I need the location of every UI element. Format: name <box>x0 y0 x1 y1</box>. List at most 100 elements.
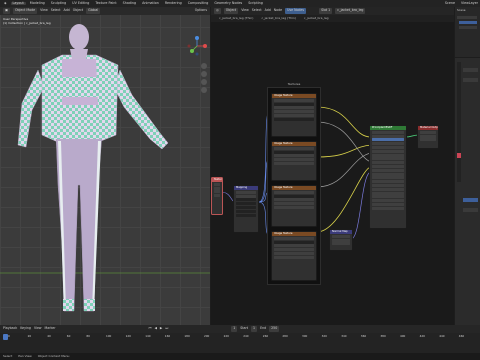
outliner-scene-label[interactable]: Scene <box>457 9 466 12</box>
image-texture-node-2[interactable]: Image Texture <box>271 141 317 181</box>
principled-bsdf-node[interactable]: Principled BSDF <box>369 125 407 229</box>
left-sleeve <box>17 69 45 148</box>
tab-layout[interactable]: Layout <box>10 1 26 6</box>
start-label: Start <box>240 326 249 331</box>
timeline-tick-label: 400 <box>400 334 406 338</box>
navigation-gizmo[interactable] <box>186 35 208 57</box>
timeline-tick-label: 60 <box>66 334 71 338</box>
head <box>69 24 89 50</box>
node-title: Image Texture <box>272 186 316 190</box>
view-layer-name[interactable]: ViewLayer <box>459 1 480 5</box>
properties-field[interactable] <box>463 68 478 72</box>
timeline-tick-label: 240 <box>243 334 249 338</box>
image-texture-node-3[interactable]: Image Texture <box>271 185 317 227</box>
editor-type-icon[interactable]: ▣ <box>3 8 11 14</box>
3d-viewport[interactable]: ▣ Object Mode View Select Add Object Glo… <box>0 7 210 325</box>
scene-name[interactable]: Scene <box>443 1 457 5</box>
node-title: Material Output <box>418 125 439 130</box>
properties-field[interactable] <box>463 208 478 212</box>
right-foot <box>84 299 95 311</box>
ortho-toggle-icon[interactable] <box>201 87 207 93</box>
mouse-right-hint: Object Context Menu <box>37 354 70 358</box>
jump-end-icon[interactable]: ⏭ <box>165 327 168 330</box>
tab-animation[interactable]: Animation <box>140 1 161 5</box>
outliner-panel[interactable]: Scene <box>455 7 480 57</box>
mouse-left-hint: Select <box>3 354 13 358</box>
properties-field[interactable] <box>463 78 478 82</box>
jump-start-icon[interactable]: ⏮ <box>149 327 152 330</box>
playback-menu[interactable]: Playback <box>3 327 17 330</box>
pan-icon[interactable] <box>201 71 207 77</box>
start-frame-field[interactable]: 1 <box>251 326 258 332</box>
tab-texture-paint[interactable]: Texture Paint <box>93 1 118 5</box>
timeline-tick-label: 300 <box>302 334 308 338</box>
tab-modeling[interactable]: Modeling <box>28 1 47 5</box>
outliner-row[interactable] <box>459 26 477 29</box>
timeline-ruler[interactable]: 0 20 40 60 80 100 120 140 160 180 200 220 240 260 280 3… <box>0 335 480 341</box>
shader-node-editor[interactable]: ◎ Object View Select Add Node Use Nodes … <box>211 7 454 325</box>
keying-menu[interactable]: Keying <box>20 327 31 330</box>
orientation-dropdown[interactable]: Global <box>86 8 101 14</box>
material-tab-icon[interactable] <box>457 153 461 158</box>
node-links <box>220 106 420 240</box>
tab-geometry-nodes[interactable]: Geometry Nodes <box>212 1 244 5</box>
camera-view-icon[interactable] <box>201 79 207 85</box>
outliner-row[interactable] <box>457 16 477 19</box>
zoom-icon[interactable] <box>201 63 207 69</box>
add-menu[interactable]: Add <box>64 9 70 12</box>
timeline-tick-label: 340 <box>341 334 347 338</box>
object-mode-dropdown[interactable]: Object Mode <box>13 8 38 14</box>
timeline-tick-label: 220 <box>223 334 229 338</box>
timeline-tick-label: 180 <box>184 334 190 338</box>
tab-shading[interactable]: Shading <box>121 1 138 5</box>
tab-compositing[interactable]: Compositing <box>186 1 211 5</box>
timeline-tick-label: 20 <box>27 334 32 338</box>
current-frame-field[interactable]: 1 <box>231 326 238 332</box>
marker-menu[interactable]: Marker <box>45 327 56 330</box>
timeline-tick-label: 140 <box>145 334 151 338</box>
node-title: Image Texture <box>272 142 316 146</box>
outliner-row-selected[interactable] <box>459 21 477 24</box>
timeline[interactable]: Playback Keying View Marker ⏮ ◀ ▶ ⏭ 1 St… <box>0 325 480 353</box>
play-icon[interactable]: ▶ <box>160 327 162 330</box>
view-menu[interactable]: View <box>34 327 42 330</box>
node-title: Principled BSDF <box>370 126 406 130</box>
tab-uv-editing[interactable]: UV Editing <box>70 1 91 5</box>
timeline-tick-label: 420 <box>419 334 425 338</box>
mapping-node[interactable]: Mapping <box>233 185 259 233</box>
material-output-node[interactable]: Material Output <box>417 125 439 149</box>
timeline-tick-label: 460 <box>458 334 465 338</box>
view-menu[interactable]: View <box>40 9 48 12</box>
properties-tab-column[interactable] <box>457 62 461 182</box>
timeline-tick-label: 440 <box>439 334 445 338</box>
frame-label: Textures <box>287 82 301 86</box>
tab-sculpting[interactable]: Sculpting <box>49 1 68 5</box>
select-menu[interactable]: Select <box>51 9 61 12</box>
normal-map-node[interactable]: Normal Map <box>329 229 353 251</box>
texture-coordinate-node[interactable]: Texture Coordinate <box>211 177 223 215</box>
play-reverse-icon[interactable]: ◀ <box>154 327 156 330</box>
waistband <box>54 133 104 139</box>
object-menu[interactable]: Object <box>73 9 83 12</box>
node-title: Image Texture <box>272 94 316 98</box>
timeline-tick-label: 380 <box>380 334 386 338</box>
end-frame-field[interactable]: 250 <box>269 326 280 332</box>
character-model[interactable] <box>0 15 210 325</box>
timeline-tick-label: 120 <box>125 334 131 338</box>
timeline-tick-label: 160 <box>164 334 171 338</box>
right-sleeve <box>113 69 169 150</box>
left-foot <box>63 299 74 311</box>
blender-logo-icon[interactable]: ◈ <box>2 1 9 5</box>
options-button[interactable]: Options <box>195 9 207 12</box>
timeline-header: Playback Keying View Marker ⏮ ◀ ▶ ⏭ 1 St… <box>0 325 480 333</box>
timeline-tick-label: 360 <box>360 334 367 338</box>
properties-panel[interactable] <box>455 58 480 325</box>
tab-scripting[interactable]: Scripting <box>246 1 265 5</box>
tab-rendering[interactable]: Rendering <box>163 1 184 5</box>
playhead[interactable] <box>3 334 8 340</box>
end-label: End <box>260 326 267 331</box>
image-texture-node-4[interactable]: Image Texture <box>271 231 317 281</box>
properties-field[interactable] <box>463 198 478 202</box>
image-texture-node-1[interactable]: Image Texture <box>271 93 317 137</box>
timeline-tick-label: 260 <box>262 334 269 338</box>
